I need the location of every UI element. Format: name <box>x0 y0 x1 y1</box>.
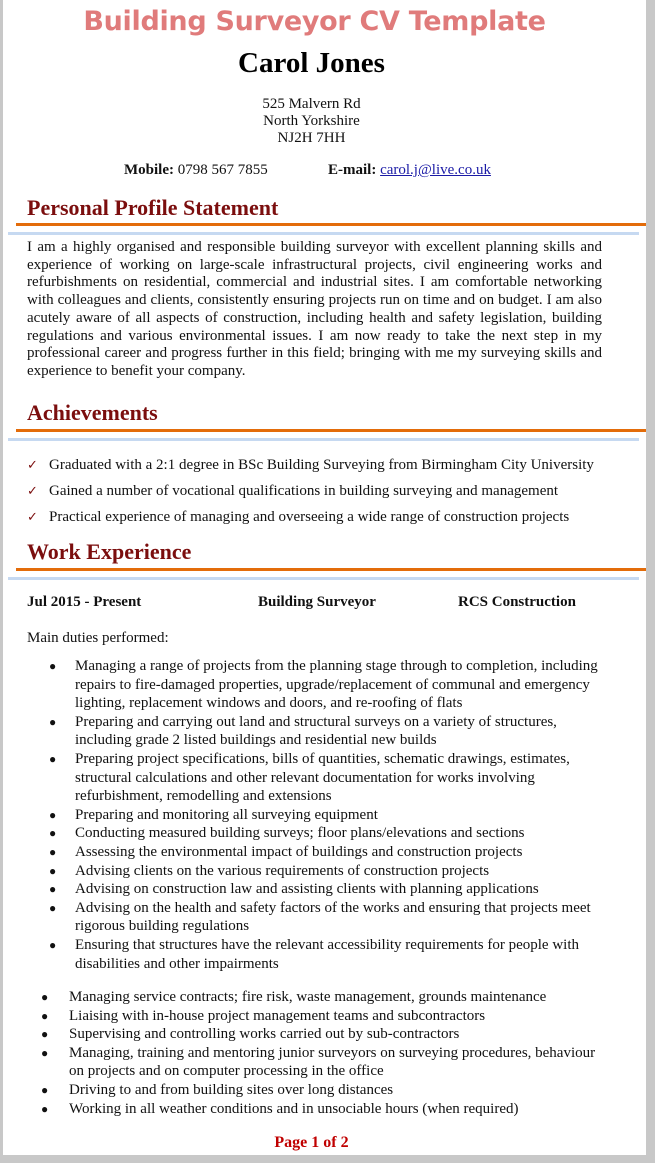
achievement-item: ✓ Graduated with a 2:1 degree in BSc Buil… <box>27 455 594 481</box>
job-dates: Jul 2015 - Present <box>27 594 142 610</box>
duty-item: ● Preparing and carrying out land and str… <box>49 713 557 749</box>
mobile-number: 0798 567 7855 <box>177 162 268 178</box>
section-rule-orange <box>16 429 646 432</box>
duty-item: ● Advising on the health and safety facto… <box>49 899 591 935</box>
bullet-icon: ● <box>49 751 57 766</box>
bullet-icon: ● <box>49 807 57 822</box>
achievements-list: ✓ Graduated with a 2:1 degree in BSc Buil… <box>27 455 594 533</box>
address-line: North Yorkshire <box>263 113 360 129</box>
section-rule-orange <box>16 223 646 226</box>
candidate-name: Carol Jones <box>238 47 385 79</box>
achievement-item: ✓ Gained a number of vocational qualifica… <box>27 481 594 507</box>
mobile-contact: Mobile: 0798 567 7855 <box>124 162 268 179</box>
job-company: RCS Construction <box>458 594 576 610</box>
email-link[interactable]: carol.j@live.co.uk <box>380 162 491 178</box>
bullet-icon: ● <box>41 1082 49 1097</box>
profile-statement: I am a highly organised and responsible … <box>27 239 602 379</box>
achievement-item: ✓ Practical experience of managing and ov… <box>27 507 594 533</box>
section-rule-orange <box>16 568 646 571</box>
bullet-icon: ● <box>41 1101 49 1116</box>
duty-item: ● Ensuring that structures have the relev… <box>49 936 580 972</box>
duty-item: ● Conducting measured building surveys; f… <box>49 825 525 842</box>
bullet-icon: ● <box>41 1008 49 1023</box>
bullet-icon: ● <box>49 900 57 915</box>
bullet-icon: ● <box>41 1045 49 1060</box>
mobile-label: Mobile: <box>124 162 174 178</box>
duty-item: ● Preparing and monitoring all surveying … <box>49 806 378 823</box>
job-title: Building Surveyor <box>258 594 376 610</box>
duty-item: ● Managing a range of projects from the p… <box>49 658 598 712</box>
duties-label: Main duties performed: <box>27 630 169 646</box>
cv-page: Building Surveyor CV Template Carol Jone… <box>3 0 646 1155</box>
address-line: NJ2H 7HH <box>277 130 346 146</box>
checkmark-icon: ✓ <box>27 457 38 472</box>
bullet-icon: ● <box>41 1027 49 1042</box>
bullet-icon: ● <box>49 844 57 859</box>
section-rule-blue <box>8 438 639 441</box>
section-heading-achievements: Achievements <box>27 400 158 425</box>
bullet-icon: ● <box>49 826 57 841</box>
bullet-icon: ● <box>41 990 49 1004</box>
address-block: 525 Malvern Rd North Yorkshire NJ2H 7HH <box>3 96 620 147</box>
duty-item: ● Advising clients on the various require… <box>49 862 490 879</box>
duties-list-primary: ● Managing a range of projects from the p… <box>49 657 609 973</box>
duties-list-secondary: ● Managing service contracts; fire risk, … <box>41 988 601 1118</box>
duty-item: ● Supervising and controlling works carri… <box>41 1026 460 1043</box>
bullet-icon: ● <box>49 937 57 952</box>
section-heading-profile: Personal Profile Statement <box>27 195 279 220</box>
document-title: Building Surveyor CV Template <box>83 6 546 37</box>
address-line: 525 Malvern Rd <box>262 96 361 112</box>
duty-item: ● Advising on construction law and assist… <box>49 881 539 898</box>
duty-item: ● Managing service contracts; fire risk, … <box>41 989 547 1005</box>
checkmark-icon: ✓ <box>27 483 38 498</box>
section-rule-blue <box>8 232 639 235</box>
section-rule-blue <box>8 577 639 580</box>
duty-item: ● Working in all weather conditions and i… <box>41 1100 519 1117</box>
duty-item: ● Preparing project specifications, bills… <box>49 750 570 805</box>
bullet-icon: ● <box>49 882 57 897</box>
email-label: E-mail: <box>328 162 377 178</box>
bullet-icon: ● <box>49 863 57 878</box>
duty-item: ● Driving to and from building sites over… <box>41 1081 394 1098</box>
section-heading-work: Work Experience <box>27 539 192 564</box>
bullet-icon: ● <box>49 659 57 673</box>
duty-item: ● Assessing the environmental impact of b… <box>49 843 523 860</box>
bullet-icon: ● <box>49 714 57 729</box>
checkmark-icon: ✓ <box>27 509 38 524</box>
duty-item: ● Liaising with in-house project manageme… <box>41 1007 486 1024</box>
duty-item: ● Managing, training and mentoring junior… <box>41 1044 596 1080</box>
page-number: Page 1 of 2 <box>274 1134 349 1151</box>
email-contact: E-mail: carol.j@live.co.uk <box>328 162 491 179</box>
